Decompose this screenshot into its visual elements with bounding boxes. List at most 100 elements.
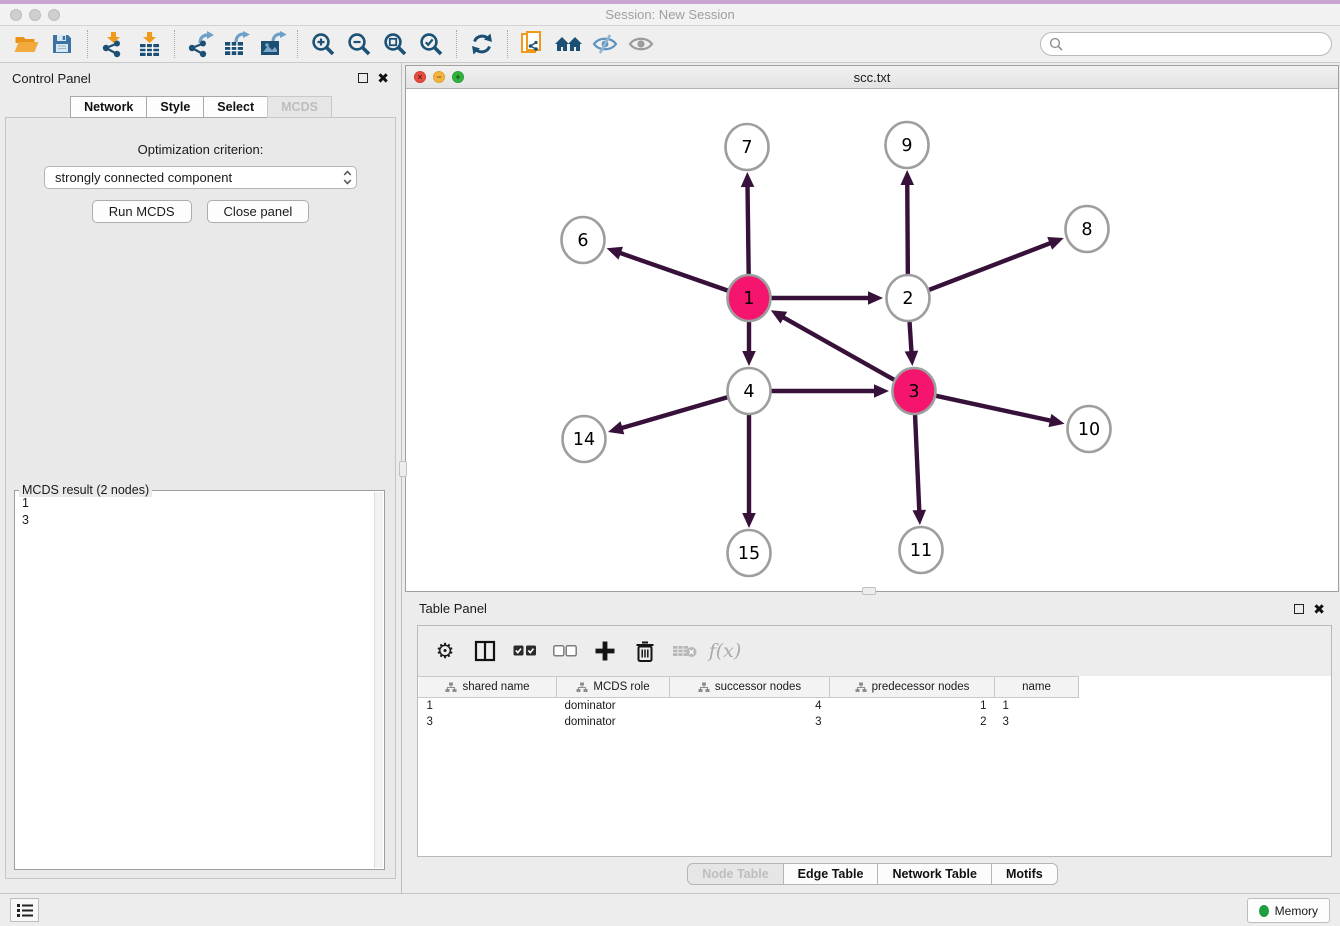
search-box[interactable] — [1040, 32, 1332, 56]
graph-node-3[interactable]: 3 — [893, 368, 936, 414]
result-scrollbar[interactable] — [374, 492, 383, 868]
create-column-button[interactable] — [588, 634, 622, 668]
mcds-result-lines: 13 — [16, 492, 374, 868]
optimization-criterion-dropdown[interactable]: strongly connected component — [44, 166, 357, 189]
network-traffic-lights[interactable]: × − + — [414, 71, 464, 83]
table-row[interactable]: 1dominator411 — [419, 698, 1079, 714]
graph-node-label: 4 — [743, 382, 754, 402]
graph-edge-2-8[interactable] — [929, 242, 1053, 290]
table-cell[interactable]: 3 — [419, 714, 557, 730]
graph-node-2[interactable]: 2 — [887, 275, 930, 321]
horizontal-splitter-handle[interactable] — [862, 587, 876, 595]
table-cell[interactable]: dominator — [557, 714, 670, 730]
graph-edge-3-1[interactable] — [781, 316, 895, 380]
export-image-button[interactable] — [254, 28, 290, 60]
deselect-all-columns-button[interactable] — [548, 634, 582, 668]
close-panel-button[interactable]: Close panel — [207, 200, 310, 223]
graph-node-9[interactable]: 9 — [886, 122, 929, 168]
graph-node-7[interactable]: 7 — [726, 124, 769, 170]
column-header-predecessor-nodes[interactable]: predecessor nodes — [830, 677, 995, 698]
table-cell[interactable]: 1 — [419, 698, 557, 714]
network-graph[interactable]: 7 9 6 8 1 2 4 3 14 10 15 11 — [406, 89, 1338, 592]
graph-edge-3-10[interactable] — [935, 396, 1052, 421]
tab-network[interactable]: Network — [70, 96, 147, 118]
zoom-in-button[interactable] — [305, 28, 341, 60]
zoom-out-button[interactable] — [341, 28, 377, 60]
first-neighbors-button[interactable] — [551, 28, 587, 60]
table-cell[interactable]: 4 — [670, 698, 830, 714]
graph-edge-1-6[interactable] — [618, 252, 728, 291]
search-input[interactable] — [1068, 36, 1323, 52]
close-table-panel-icon[interactable]: ✖ — [1313, 604, 1325, 614]
memory-button[interactable]: Memory — [1247, 898, 1330, 923]
graph-node-4[interactable]: 4 — [728, 368, 771, 414]
show-columns-button[interactable] — [468, 634, 502, 668]
hide-selected-button[interactable] — [587, 28, 623, 60]
tab-edge-table[interactable]: Edge Table — [783, 863, 879, 885]
table-cell[interactable]: 1 — [830, 698, 995, 714]
tab-node-table[interactable]: Node Table — [687, 863, 783, 885]
task-history-button[interactable] — [10, 898, 39, 922]
graph-node-10[interactable]: 10 — [1068, 406, 1111, 452]
column-header-MCDS-role[interactable]: MCDS role — [557, 677, 670, 698]
graph-edge-2-3[interactable] — [909, 320, 911, 354]
import-network-button[interactable] — [95, 28, 131, 60]
export-network-button[interactable] — [182, 28, 218, 60]
minimize-window-icon[interactable] — [29, 9, 41, 21]
graph-edge-3-11[interactable] — [915, 413, 919, 513]
maximize-network-icon[interactable]: + — [452, 71, 464, 83]
zoom-selected-button[interactable] — [413, 28, 449, 60]
export-image-icon — [258, 31, 286, 58]
graph-node-15[interactable]: 15 — [728, 530, 771, 576]
column-header-name[interactable]: name — [995, 677, 1079, 698]
zoom-window-icon[interactable] — [48, 9, 60, 21]
run-mcds-button[interactable]: Run MCDS — [92, 200, 192, 223]
float-panel-icon[interactable] — [358, 73, 368, 83]
graph-edge-4-14[interactable] — [620, 397, 728, 429]
tab-network-table[interactable]: Network Table — [877, 863, 992, 885]
export-table-button[interactable] — [218, 28, 254, 60]
import-table-button[interactable] — [131, 28, 167, 60]
show-all-button[interactable] — [623, 28, 659, 60]
network-window-titlebar[interactable]: × − + scc.txt — [406, 66, 1338, 89]
network-canvas[interactable]: 7 9 6 8 1 2 4 3 14 10 15 11 — [406, 89, 1338, 591]
tab-select[interactable]: Select — [203, 96, 268, 118]
close-panel-icon[interactable]: ✖ — [377, 73, 389, 83]
tab-motifs[interactable]: Motifs — [991, 863, 1058, 885]
graph-edge-1-7[interactable] — [747, 184, 748, 276]
open-session-button[interactable] — [8, 28, 44, 60]
float-table-panel-icon[interactable] — [1294, 604, 1304, 614]
save-session-button[interactable] — [44, 28, 80, 60]
trash-icon — [634, 640, 656, 663]
control-panel-tabs: Network Style Select MCDS — [0, 96, 401, 118]
table-cell[interactable]: 3 — [670, 714, 830, 730]
table-cell[interactable]: 3 — [995, 714, 1079, 730]
close-window-icon[interactable] — [10, 9, 22, 21]
table-mode-button[interactable]: ⚙ — [428, 634, 462, 668]
main-traffic-lights[interactable] — [10, 9, 60, 21]
select-all-columns-button[interactable] — [508, 634, 542, 668]
graph-node-8[interactable]: 8 — [1066, 206, 1109, 252]
column-header-shared-name[interactable]: shared name — [419, 677, 557, 698]
delete-columns-button[interactable] — [628, 634, 662, 668]
graph-edge-2-9[interactable] — [907, 182, 908, 276]
vertical-splitter-handle[interactable] — [399, 461, 407, 477]
table-cell[interactable]: 1 — [995, 698, 1079, 714]
tab-style[interactable]: Style — [146, 96, 204, 118]
close-network-icon[interactable]: × — [414, 71, 426, 83]
tab-mcds[interactable]: MCDS — [267, 96, 332, 118]
graph-node-1[interactable]: 1 — [728, 275, 771, 321]
graph-node-11[interactable]: 11 — [900, 527, 943, 573]
column-header-successor-nodes[interactable]: successor nodes — [670, 677, 830, 698]
graph-node-14[interactable]: 14 — [563, 416, 606, 462]
minimize-network-icon[interactable]: − — [433, 71, 445, 83]
zoom-fit-button[interactable] — [377, 28, 413, 60]
table-row[interactable]: 3dominator323 — [419, 714, 1079, 730]
graph-node-6[interactable]: 6 — [562, 217, 605, 263]
graph-arrowhead — [741, 172, 755, 187]
new-network-from-selection-button[interactable] — [515, 28, 551, 60]
table-cell[interactable]: dominator — [557, 698, 670, 714]
application-window: Session: New Session — [0, 0, 1340, 926]
table-cell[interactable]: 2 — [830, 714, 995, 730]
refresh-view-button[interactable] — [464, 28, 500, 60]
